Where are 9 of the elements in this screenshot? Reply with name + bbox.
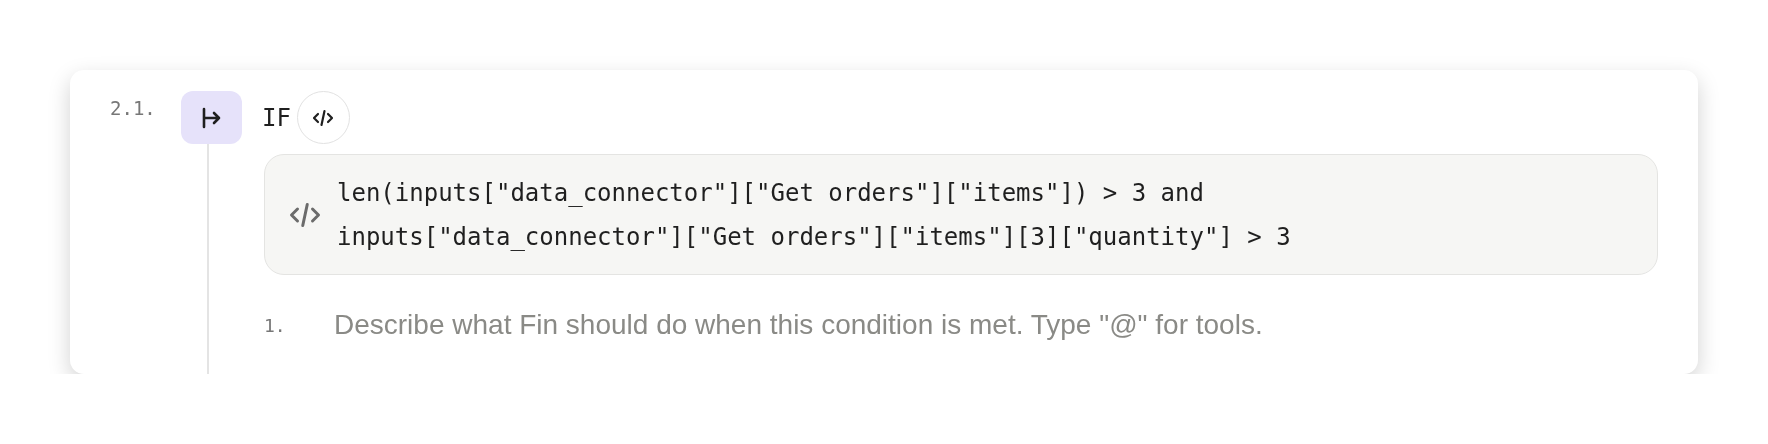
code-line: inputs["data_connector"]["Get orders"]["items"][3]["quantity"] > 3 xyxy=(337,221,1291,253)
if-keyword: IF xyxy=(262,103,291,132)
code-toggle-button[interactable] xyxy=(296,91,350,144)
substep-number: 1. xyxy=(264,314,287,336)
branch-button[interactable] xyxy=(181,91,242,144)
code-line: len(inputs["data_connector"]["Get orders"]["items"]) > 3 and xyxy=(337,177,1205,209)
step-number: 2.1. xyxy=(110,96,157,119)
condition-code-box[interactable]: len(inputs["data_connector"]["Get orders"]["items"]) > 3 and inputs["data_connector"]["Get orders"]["items"][3]["quantity"] > 3 xyxy=(264,154,1658,275)
instruction-input-field[interactable]: Describe what Fin should do when this condition is met. Type "@" for tools. xyxy=(334,305,1658,345)
